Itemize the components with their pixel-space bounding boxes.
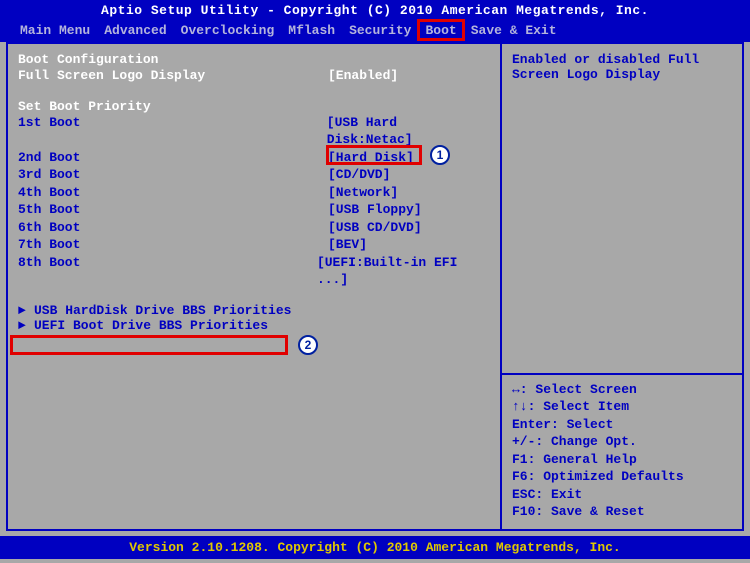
key-help: ↔: Select Screen ↑↓: Select Item Enter: … bbox=[512, 381, 732, 521]
menu-security[interactable]: Security bbox=[349, 23, 411, 38]
right-divider bbox=[502, 373, 742, 375]
label-1st: 1st Boot bbox=[18, 114, 327, 149]
label-5th: 5th Boot bbox=[18, 201, 328, 219]
help-line2: Screen Logo Display bbox=[512, 67, 732, 82]
title-text: Aptio Setup Utility - Copyright (C) 2010… bbox=[101, 3, 649, 18]
section-boot-config: Boot Configuration bbox=[18, 52, 490, 67]
value-logo: [Enabled] bbox=[328, 67, 398, 85]
row-5th-boot[interactable]: 5th Boot [USB Floppy] bbox=[18, 201, 490, 219]
arrow-icon: ► bbox=[18, 303, 28, 318]
row-7th-boot[interactable]: 7th Boot [BEV] bbox=[18, 236, 490, 254]
key-f6: F6: Optimized Defaults bbox=[512, 468, 732, 486]
help-area: Enabled or disabled Full Screen Logo Dis… bbox=[512, 52, 732, 369]
value-2nd: [Hard Disk] bbox=[328, 149, 414, 167]
label-2nd: 2nd Boot bbox=[18, 149, 328, 167]
value-4th: [Network] bbox=[328, 184, 398, 202]
annotation-circle-2: 2 bbox=[298, 335, 318, 355]
label-7th: 7th Boot bbox=[18, 236, 328, 254]
label-6th: 6th Boot bbox=[18, 219, 328, 237]
menu-main[interactable]: Main Menu bbox=[20, 23, 90, 38]
row-4th-boot[interactable]: 4th Boot [Network] bbox=[18, 184, 490, 202]
menu-overclocking[interactable]: Overclocking bbox=[181, 23, 275, 38]
menu-mflash[interactable]: Mflash bbox=[288, 23, 335, 38]
key-select-item: ↑↓: Select Item bbox=[512, 398, 732, 416]
right-panel: Enabled or disabled Full Screen Logo Dis… bbox=[502, 44, 742, 529]
row-logo-display[interactable]: Full Screen Logo Display [Enabled] bbox=[18, 67, 490, 85]
menu-advanced[interactable]: Advanced bbox=[104, 23, 166, 38]
key-select-screen: ↔: Select Screen bbox=[512, 381, 732, 399]
section-boot-priority: Set Boot Priority bbox=[18, 99, 490, 114]
main-area: Boot Configuration Full Screen Logo Disp… bbox=[6, 42, 744, 531]
value-8th: [UEFI:Built-in EFI ...] bbox=[317, 254, 490, 289]
bios-screen: Aptio Setup Utility - Copyright (C) 2010… bbox=[0, 0, 750, 563]
row-3rd-boot[interactable]: 3rd Boot [CD/DVD] bbox=[18, 166, 490, 184]
left-panel: Boot Configuration Full Screen Logo Disp… bbox=[8, 44, 502, 529]
help-line1: Enabled or disabled Full bbox=[512, 52, 732, 67]
value-7th: [BEV] bbox=[328, 236, 367, 254]
key-esc: ESC: Exit bbox=[512, 486, 732, 504]
footer-text: Version 2.10.1208. Copyright (C) 2010 Am… bbox=[129, 540, 620, 555]
row-8th-boot[interactable]: 8th Boot [UEFI:Built-in EFI ...] bbox=[18, 254, 490, 289]
value-3rd: [CD/DVD] bbox=[328, 166, 390, 184]
row-1st-boot[interactable]: 1st Boot [USB Hard Disk:Netac] bbox=[18, 114, 490, 149]
menu-save-exit[interactable]: Save & Exit bbox=[471, 23, 557, 38]
label-8th: 8th Boot bbox=[18, 254, 317, 289]
footer-bar: Version 2.10.1208. Copyright (C) 2010 Am… bbox=[0, 536, 750, 559]
label-4th: 4th Boot bbox=[18, 184, 328, 202]
row-2nd-boot[interactable]: 2nd Boot [Hard Disk] bbox=[18, 149, 490, 167]
submenu-usb-bbs[interactable]: ► USB HardDisk Drive BBS Priorities bbox=[18, 303, 490, 318]
submenu-uefi-bbs[interactable]: ► UEFI Boot Drive BBS Priorities bbox=[18, 318, 490, 333]
value-5th: [USB Floppy] bbox=[328, 201, 422, 219]
label-3rd: 3rd Boot bbox=[18, 166, 328, 184]
value-6th: [USB CD/DVD] bbox=[328, 219, 422, 237]
arrow-icon: ► bbox=[18, 318, 28, 333]
spacer bbox=[18, 289, 490, 303]
annotation-circle-1: 1 bbox=[430, 145, 450, 165]
menu-boot[interactable]: Boot bbox=[426, 23, 457, 38]
key-f10: F10: Save & Reset bbox=[512, 503, 732, 521]
row-6th-boot[interactable]: 6th Boot [USB CD/DVD] bbox=[18, 219, 490, 237]
submenu-label-usb: USB HardDisk Drive BBS Priorities bbox=[34, 303, 291, 318]
spacer bbox=[18, 85, 490, 99]
key-f1: F1: General Help bbox=[512, 451, 732, 469]
key-change-opt: +/-: Change Opt. bbox=[512, 433, 732, 451]
title-bar: Aptio Setup Utility - Copyright (C) 2010… bbox=[0, 0, 750, 21]
label-logo: Full Screen Logo Display bbox=[18, 67, 328, 85]
value-1st: [USB Hard Disk:Netac] bbox=[327, 114, 490, 149]
menu-bar: Main Menu Advanced Overclocking Mflash S… bbox=[0, 21, 750, 42]
key-enter: Enter: Select bbox=[512, 416, 732, 434]
submenu-label-uefi: UEFI Boot Drive BBS Priorities bbox=[34, 318, 268, 333]
